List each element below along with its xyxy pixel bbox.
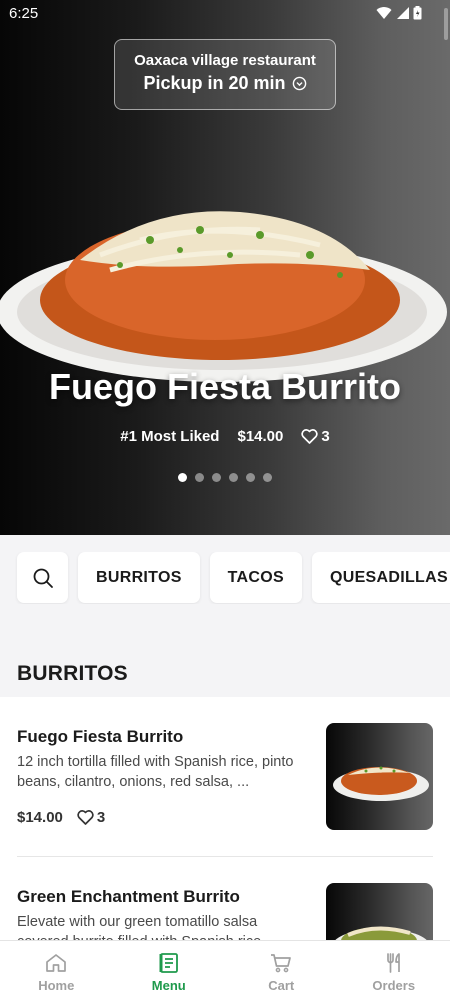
fork-knife-icon (386, 953, 400, 973)
menu-book-icon (159, 953, 178, 973)
pickup-time[interactable]: Pickup in 20 min (115, 73, 335, 94)
item-likes[interactable]: 3 (77, 809, 105, 826)
nav-cart[interactable]: Cart (225, 941, 338, 1000)
featured-likes-count: 3 (321, 428, 330, 445)
item-image (326, 723, 433, 830)
featured-price: $14.00 (237, 428, 284, 445)
carousel-dot[interactable] (178, 473, 187, 482)
item-name: Fuego Fiesta Burrito (17, 727, 184, 746)
category-bar: BURRITOS TACOS QUESADILLAS (0, 552, 450, 604)
list-item[interactable]: Green Enchantment Burrito Elevate with o… (0, 857, 450, 940)
section-title: BURRITOS (17, 662, 128, 685)
list-item[interactable]: Fuego Fiesta Burrito 12 inch tortilla fi… (0, 697, 450, 857)
status-icons (376, 6, 422, 20)
nav-home[interactable]: Home (0, 941, 113, 1000)
category-burritos[interactable]: BURRITOS (78, 552, 200, 603)
item-image (326, 883, 433, 940)
featured-rank: #1 Most Liked (120, 428, 220, 445)
nav-menu-label: Menu (151, 978, 186, 993)
pickup-selector[interactable]: Oaxaca village restaurant Pickup in 20 m… (114, 39, 336, 110)
menu-list: Fuego Fiesta Burrito 12 inch tortilla fi… (0, 697, 450, 940)
nav-orders[interactable]: Orders (338, 941, 450, 1000)
item-name: Green Enchantment Burrito (17, 887, 240, 906)
nav-orders-label: Orders (372, 978, 416, 993)
status-bar: 6:25 (0, 0, 450, 28)
scroll-indicator (444, 8, 448, 40)
carousel-dot[interactable] (263, 473, 272, 482)
item-description: Elevate with our green tomatillo salsa c… (17, 914, 261, 940)
bottom-navigation: Home Menu Cart Orders (0, 940, 450, 1000)
category-tacos[interactable]: TACOS (209, 552, 302, 603)
carousel-dot[interactable] (229, 473, 238, 482)
status-time: 6:25 (9, 5, 39, 22)
item-description: 12 inch tortilla filled with Spanish ric… (17, 754, 294, 790)
item-meta: $14.00 3 (17, 809, 105, 826)
cart-icon (271, 954, 292, 973)
featured-dish-title: Fuego Fiesta Burrito (48, 366, 402, 407)
nav-cart-label: Cart (268, 978, 295, 993)
featured-likes[interactable]: 3 (301, 428, 330, 445)
hero-banner[interactable]: 6:25 Oaxaca village restaurant Pickup in… (0, 0, 450, 535)
carousel-dot[interactable] (195, 473, 204, 482)
wifi-icon (376, 7, 392, 20)
item-likes-count: 3 (96, 809, 106, 826)
pickup-time-label: Pickup in 20 min (143, 73, 286, 93)
carousel-dots[interactable] (0, 473, 450, 482)
heart-icon (77, 810, 94, 825)
carousel-dot[interactable] (212, 473, 221, 482)
home-icon (46, 954, 67, 972)
nav-home-label: Home (38, 978, 75, 993)
heart-icon (301, 429, 319, 444)
carousel-dot[interactable] (246, 473, 255, 482)
featured-dish-meta: #1 Most Liked $14.00 3 (0, 428, 450, 445)
nav-menu[interactable]: Menu (113, 941, 226, 1000)
search-icon (33, 568, 53, 588)
restaurant-name: Oaxaca village restaurant (134, 52, 316, 69)
battery-icon (413, 6, 422, 20)
signal-icon (397, 7, 409, 19)
category-quesadillas[interactable]: QUESADILLAS (311, 552, 450, 603)
chevron-circle-icon (292, 76, 306, 91)
item-price: $14.00 (17, 809, 63, 826)
search-button[interactable] (17, 552, 68, 603)
